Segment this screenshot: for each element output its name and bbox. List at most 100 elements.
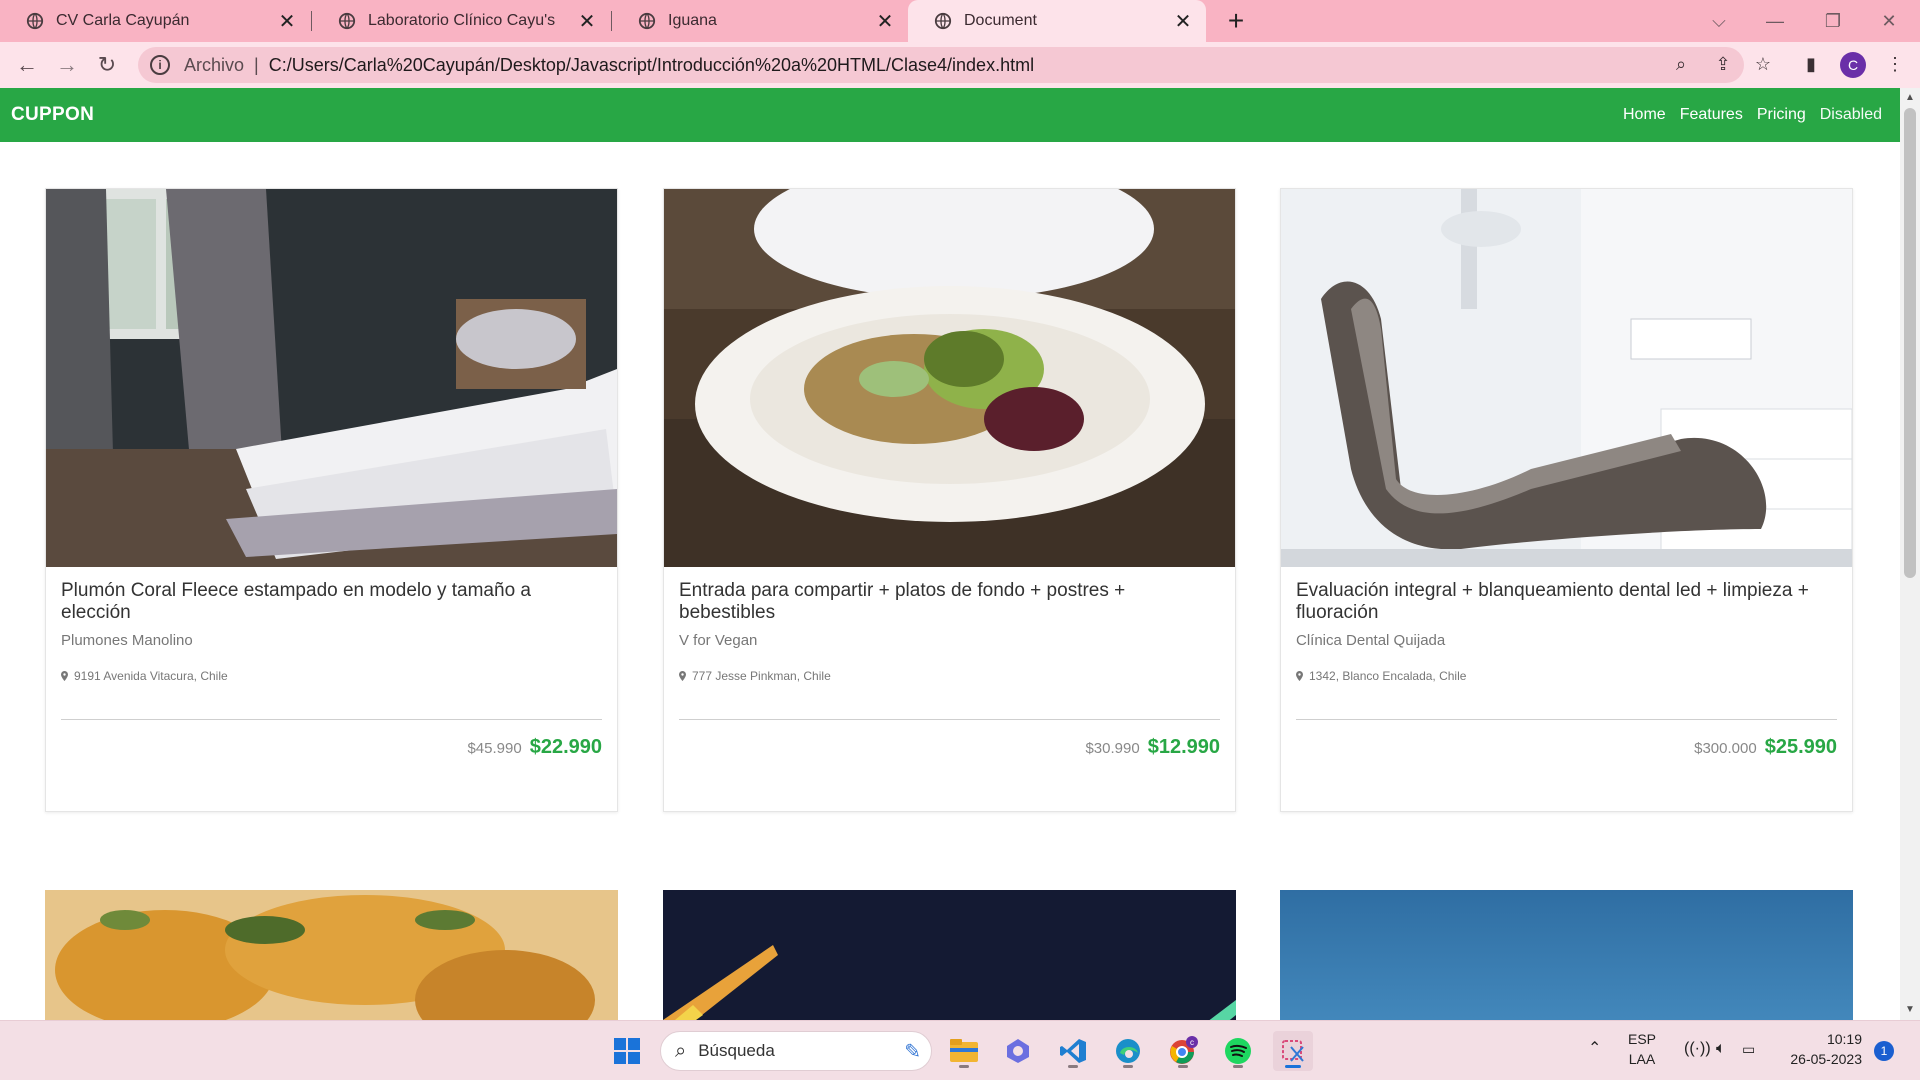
close-icon[interactable]: ✕ — [576, 10, 598, 33]
address-origin: Archivo — [184, 54, 245, 75]
page-viewport: CUPPON Home Features Pricing Disabled Pl… — [0, 88, 1900, 1020]
tab-laboratorio[interactable]: Laboratorio Clínico Cayu's ✕ — [312, 0, 610, 42]
food-closeup-photo[interactable] — [45, 890, 618, 1020]
address-url[interactable]: C:/Users/Carla%20Cayupán/Desktop/Javascr… — [269, 55, 1034, 76]
address-bar[interactable]: i Archivo | C:/Users/Carla%20Cayupán/Des… — [138, 47, 1744, 83]
card-prices: $45.990 $22.990 — [61, 736, 602, 811]
start-button[interactable] — [607, 1031, 647, 1071]
app-running-indicator — [1123, 1065, 1133, 1068]
site-navbar: CUPPON Home Features Pricing Disabled — [0, 88, 1900, 142]
coupon-card[interactable]: Plumón Coral Fleece estampado en modelo … — [45, 188, 618, 812]
clock-date: 26-05-2023 — [1790, 1051, 1862, 1067]
nav-pricing[interactable]: Pricing — [1757, 106, 1806, 124]
chrome-icon[interactable]: c — [1163, 1031, 1203, 1071]
reload-button[interactable]: ↻ — [92, 50, 122, 80]
restore-button[interactable]: ❐ — [1810, 0, 1856, 42]
tab-document[interactable]: Document ✕ — [908, 0, 1206, 42]
new-price: $12.990 — [1147, 736, 1220, 758]
input-language-indicator[interactable]: ESP LAA — [1628, 1029, 1656, 1069]
map-pin-icon — [679, 671, 686, 681]
snipping-tool-icon[interactable] — [1273, 1031, 1313, 1071]
new-tab-button[interactable]: + — [1220, 5, 1252, 37]
taskbar-search[interactable]: ⌕ Búsqueda ✎ — [660, 1031, 932, 1071]
close-icon[interactable]: ✕ — [874, 10, 896, 33]
edge-icon[interactable] — [1108, 1031, 1148, 1071]
coupon-card[interactable]: Entrada para compartir + platos de fondo… — [663, 188, 1236, 812]
card-prices: $300.000 $25.990 — [1296, 736, 1837, 811]
notification-badge[interactable]: 1 — [1874, 1041, 1894, 1061]
vscode-icon[interactable] — [1053, 1031, 1093, 1071]
card-divider — [61, 719, 602, 720]
card-address-text: 777 Jesse Pinkman, Chile — [692, 669, 831, 683]
minimize-button[interactable]: — — [1752, 0, 1798, 42]
app-running-indicator — [1233, 1065, 1243, 1068]
profile-avatar[interactable]: C — [1840, 52, 1866, 78]
tab-cv-carla[interactable]: CV Carla Cayupán ✕ — [0, 0, 310, 42]
card-company: Plumones Manolino — [61, 632, 193, 649]
globe-icon — [934, 12, 952, 30]
globe-icon — [638, 12, 656, 30]
globe-icon — [26, 12, 44, 30]
wifi-icon[interactable]: ((·)) — [1684, 1039, 1711, 1059]
dental-chair-photo — [1281, 189, 1852, 567]
search-placeholder: Búsqueda — [698, 1041, 775, 1060]
card-address: 9191 Avenida Vitacura, Chile — [61, 669, 602, 683]
menu-kebab-icon[interactable]: ⋮ — [1882, 51, 1908, 77]
clock[interactable]: 10:19 26-05-2023 — [1782, 1029, 1862, 1069]
close-icon[interactable]: ✕ — [1172, 10, 1194, 33]
card-divider — [679, 719, 1220, 720]
share-icon[interactable]: ⇪ — [1710, 51, 1736, 77]
browser-tab-strip: CV Carla Cayupán ✕ Laboratorio Clínico C… — [0, 0, 1920, 42]
app-active-indicator — [1285, 1065, 1301, 1068]
windows-taskbar: ⌕ Búsqueda ✎ c ⌃ ESP LAA ((·)) 🔈︎ ▭ 10:1… — [0, 1020, 1920, 1080]
tab-title: CV Carla Cayupán — [56, 12, 190, 29]
clock-time: 10:19 — [1826, 1031, 1862, 1047]
site-brand[interactable]: CUPPON — [11, 104, 94, 126]
back-button[interactable]: ← — [12, 50, 42, 80]
forward-button[interactable]: → — [52, 50, 82, 80]
vegan-salad-plate-photo — [664, 189, 1235, 567]
scroll-up-arrow-icon[interactable]: ▲ — [1904, 90, 1916, 104]
keyboard-layout: LAA — [1628, 1051, 1656, 1067]
card-title[interactable]: Plumón Coral Fleece estampado en modelo … — [61, 580, 602, 624]
night-sky-photo[interactable] — [663, 890, 1236, 1020]
zoom-icon[interactable]: ⌕ — [1668, 51, 1694, 77]
bookmark-star-icon[interactable]: ☆ — [1750, 51, 1776, 77]
app-running-indicator — [959, 1065, 969, 1068]
old-price: $300.000 — [1694, 740, 1757, 757]
nav-home[interactable]: Home — [1623, 106, 1666, 124]
side-panel-icon[interactable]: ▮ — [1798, 51, 1824, 77]
scrollbar-thumb[interactable] — [1904, 108, 1916, 578]
coupon-card[interactable]: Evaluación integral + blanqueamiento den… — [1280, 188, 1853, 812]
card-address-text: 1342, Blanco Encalada, Chile — [1309, 669, 1467, 683]
tab-title: Laboratorio Clínico Cayu's — [368, 12, 556, 29]
nav-features[interactable]: Features — [1680, 106, 1743, 124]
nav-disabled[interactable]: Disabled — [1820, 106, 1882, 124]
file-explorer-icon[interactable] — [944, 1031, 984, 1071]
spotify-icon[interactable] — [1218, 1031, 1258, 1071]
scroll-down-arrow-icon[interactable]: ▼ — [1904, 1002, 1916, 1016]
tray-chevron-up-icon[interactable]: ⌃ — [1588, 1039, 1601, 1059]
tab-search-chevron-icon[interactable]: ⌵ — [1696, 0, 1742, 42]
nav-links: Home Features Pricing Disabled — [1623, 106, 1882, 124]
language-code: ESP — [1628, 1031, 1657, 1047]
page-scrollbar[interactable]: ▲ ▼ — [1900, 88, 1920, 1020]
globe-icon — [338, 12, 356, 30]
app-running-indicator — [1178, 1065, 1188, 1068]
tab-title: Iguana — [668, 12, 717, 29]
card-divider — [1296, 719, 1837, 720]
info-icon[interactable]: i — [150, 55, 170, 75]
volume-icon[interactable]: 🔈︎ — [1716, 1039, 1726, 1059]
copilot-icon[interactable] — [998, 1031, 1038, 1071]
card-title[interactable]: Entrada para compartir + platos de fondo… — [679, 580, 1220, 624]
card-address: 1342, Blanco Encalada, Chile — [1296, 669, 1837, 683]
map-pin-icon — [61, 671, 68, 681]
blue-sky-photo[interactable] — [1280, 890, 1853, 1020]
tab-iguana[interactable]: Iguana ✕ — [612, 0, 908, 42]
battery-icon[interactable]: ▭ — [1742, 1039, 1755, 1059]
card-title[interactable]: Evaluación integral + blanqueamiento den… — [1296, 580, 1837, 624]
new-price: $22.990 — [529, 736, 602, 758]
close-icon[interactable]: ✕ — [276, 10, 298, 33]
close-window-button[interactable]: ✕ — [1866, 0, 1912, 42]
search-highlight-icon: ✎ — [904, 1040, 921, 1063]
